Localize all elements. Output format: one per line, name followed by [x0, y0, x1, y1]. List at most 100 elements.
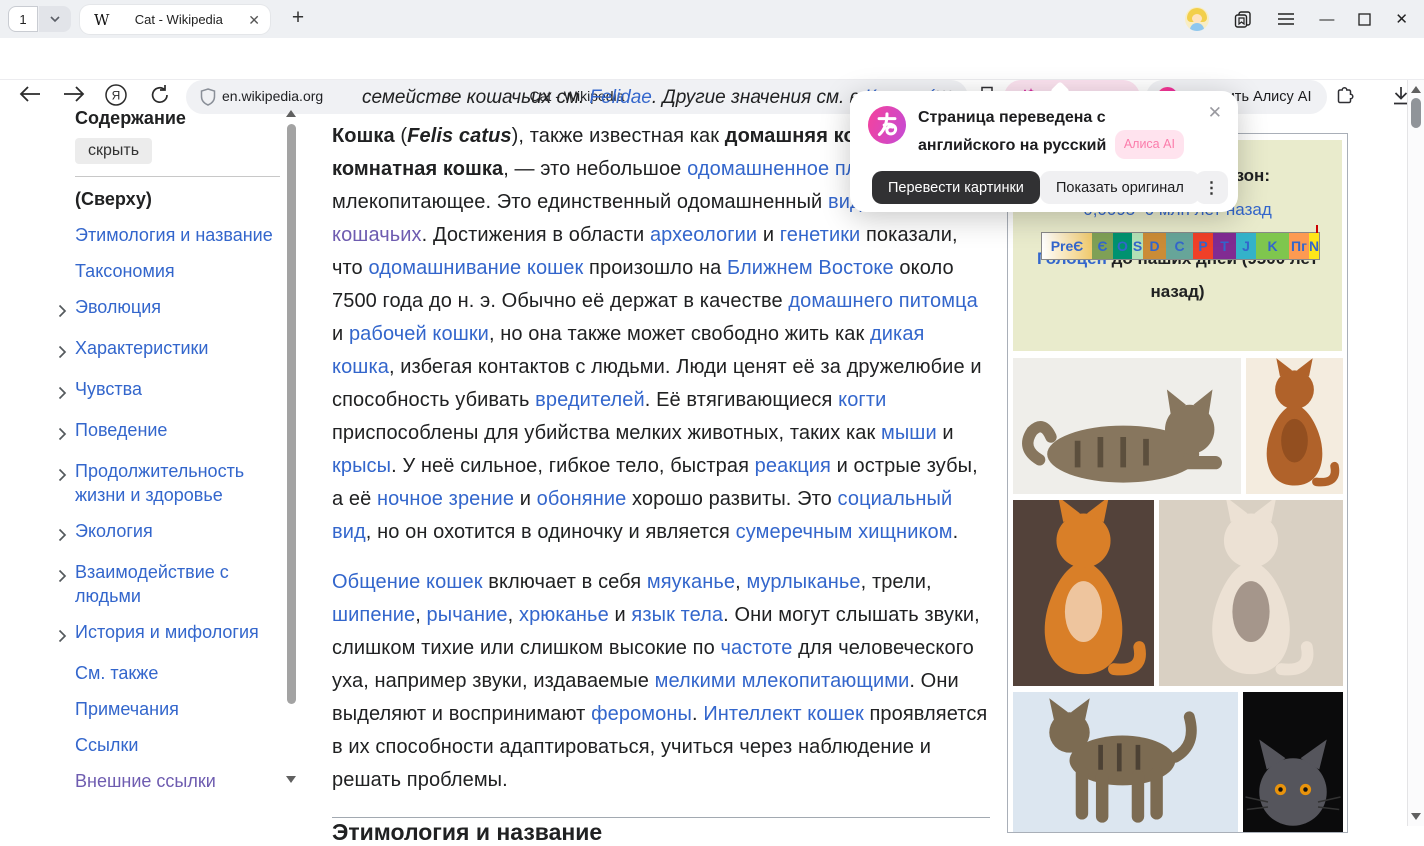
tab-close-icon[interactable]: ✕	[248, 13, 260, 27]
forward-button[interactable]	[62, 85, 86, 103]
show-original-button[interactable]: Показать оригинал	[1040, 171, 1200, 204]
new-tab-button[interactable]: +	[284, 4, 312, 32]
article-link[interactable]: хрюканье	[519, 604, 609, 626]
chevron-right-icon[interactable]	[58, 629, 67, 643]
toc-item-label[interactable]: Продолжительность жизни и здоровье	[75, 459, 282, 507]
article-link[interactable]: мурлыканье	[746, 571, 860, 593]
timescale-period-T[interactable]: T	[1213, 233, 1236, 259]
maximize-button[interactable]	[1358, 13, 1371, 26]
timescale-period-PreЄ[interactable]: PreЄ	[1042, 233, 1092, 259]
chevron-right-icon[interactable]	[58, 528, 67, 542]
infobox-photo-gray-cat-orange-eyes-dark[interactable]	[1243, 692, 1343, 832]
article-link[interactable]: ночное зрение	[377, 488, 514, 510]
toc-item[interactable]: Поведение	[58, 418, 282, 447]
timescale-period-Пг[interactable]: Пг	[1289, 233, 1309, 259]
toc-item-label[interactable]: Примечания	[75, 697, 179, 721]
article-link[interactable]: частоте	[721, 637, 793, 659]
timescale-period-Є[interactable]: Є	[1092, 233, 1113, 259]
timescale-period-D[interactable]: D	[1143, 233, 1166, 259]
toc-item-label[interactable]: Внешние ссылки	[75, 769, 216, 793]
timescale-period-J[interactable]: J	[1236, 233, 1256, 259]
article-link[interactable]: мыши	[881, 422, 937, 444]
toc-item-label[interactable]: Чувства	[75, 377, 142, 406]
chevron-right-icon[interactable]	[58, 386, 67, 400]
article-link[interactable]: сумеречным хищником	[736, 521, 953, 543]
tab-counter-button[interactable]: 1	[8, 6, 38, 32]
menu-icon[interactable]	[1277, 12, 1295, 26]
article-link[interactable]: Интеллект кошек	[703, 703, 863, 725]
timescale-period-K[interactable]: K	[1256, 233, 1289, 259]
toc-scroll-down-icon[interactable]	[286, 776, 296, 783]
toc-item[interactable]: Экология	[58, 519, 282, 548]
toc-item[interactable]: (Сверху)	[58, 187, 282, 211]
article-link[interactable]: Felidae	[590, 87, 652, 108]
infobox-photo-tabby-cat-lying-on-ledge[interactable]	[1013, 358, 1241, 494]
toc-item-label[interactable]: Эволюция	[75, 295, 161, 324]
infobox-photo-siamese-cat-on-pedestal[interactable]	[1159, 500, 1343, 686]
article-link[interactable]: Ближнем Востоке	[727, 257, 894, 279]
article-link[interactable]: кошачьих	[332, 224, 422, 246]
popup-more-options-button[interactable]: ⋮	[1195, 171, 1228, 204]
toc-scroll-thumb[interactable]	[287, 124, 296, 704]
toc-item-label[interactable]: Поведение	[75, 418, 167, 447]
tab-list-dropdown-button[interactable]	[39, 6, 71, 32]
toc-item-label[interactable]: Взаимодействие с людьми	[75, 560, 282, 608]
article-link[interactable]: мяуканье	[647, 571, 735, 593]
toc-item-label[interactable]: Таксономия	[75, 259, 175, 283]
toc-item-label[interactable]: См. также	[75, 661, 158, 685]
profile-avatar[interactable]	[1185, 7, 1209, 31]
toc-item-label[interactable]: История и мифология	[75, 620, 259, 649]
article-link[interactable]: рычание	[427, 604, 508, 626]
article-link[interactable]: феромоны	[591, 703, 692, 725]
toc-hide-button[interactable]: скрыть	[75, 138, 152, 164]
page-scrollbar[interactable]	[1407, 80, 1424, 826]
toc-item[interactable]: История и мифология	[58, 620, 282, 649]
infobox-photo-orange-white-cat-on-woodchips[interactable]	[1013, 500, 1154, 686]
timescale-period-N[interactable]: N	[1309, 233, 1319, 259]
toc-item-label[interactable]: Характеристики	[75, 336, 208, 365]
toc-item[interactable]: См. также	[58, 661, 282, 685]
article-link[interactable]: генетики	[780, 224, 861, 246]
chevron-right-icon[interactable]	[58, 468, 67, 482]
scroll-up-icon[interactable]	[1411, 86, 1421, 93]
close-window-button[interactable]: ✕	[1395, 10, 1408, 28]
toc-item[interactable]: Этимология и название	[58, 223, 282, 247]
timescale-period-S[interactable]: S	[1132, 233, 1143, 259]
article-link[interactable]: археологии	[650, 224, 757, 246]
refresh-icon[interactable]	[148, 83, 172, 107]
popup-close-icon[interactable]: ✕	[1208, 103, 1222, 123]
geologic-timescale-bar[interactable]: PreЄЄOSDCPTJKПгN	[1041, 232, 1320, 260]
timescale-period-P[interactable]: P	[1193, 233, 1213, 259]
toc-item[interactable]: Взаимодействие с людьми	[58, 560, 282, 608]
toc-item[interactable]: Примечания	[58, 697, 282, 721]
browser-tab[interactable]: W Cat - Wikipedia ✕	[80, 5, 270, 34]
toc-scrollbar[interactable]	[286, 110, 297, 786]
chevron-right-icon[interactable]	[58, 427, 67, 441]
article-link[interactable]: язык тела	[631, 604, 723, 626]
toc-item[interactable]: Ссылки	[58, 733, 282, 757]
toc-scroll-up-icon[interactable]	[286, 110, 296, 117]
article-link[interactable]: мелкими млекопитающими	[655, 670, 910, 692]
toc-item[interactable]: Характеристики	[58, 336, 282, 365]
article-link[interactable]: домашнего питомца	[788, 290, 978, 312]
toc-item[interactable]: Продолжительность жизни и здоровье	[58, 459, 282, 507]
extensions-puzzle-icon[interactable]	[1332, 84, 1356, 108]
article-link[interactable]: вредителей	[535, 389, 645, 411]
toc-item-label[interactable]: (Сверху)	[75, 187, 152, 211]
article-link[interactable]: когти	[838, 389, 886, 411]
article-link[interactable]: рабочей кошки	[349, 323, 489, 345]
article-link[interactable]: реакция	[755, 455, 831, 477]
toc-item[interactable]: Эволюция	[58, 295, 282, 324]
article-link[interactable]: одомашнивание кошек	[368, 257, 583, 279]
infobox-photo-abyssinian-cat-sitting[interactable]	[1246, 358, 1343, 494]
timescale-period-C[interactable]: C	[1166, 233, 1193, 259]
timescale-period-O[interactable]: O	[1113, 233, 1132, 259]
scroll-down-icon[interactable]	[1411, 813, 1421, 820]
scroll-thumb[interactable]	[1411, 98, 1421, 128]
toc-item[interactable]: Внешние ссылки	[58, 769, 282, 793]
yandex-services-icon[interactable]: Я	[104, 83, 128, 107]
side-panels-icon[interactable]	[1233, 9, 1253, 29]
chevron-right-icon[interactable]	[58, 345, 67, 359]
infobox-photo-tabby-cat-walking-in-snow[interactable]	[1013, 692, 1238, 832]
article-link[interactable]: шипение	[332, 604, 415, 626]
